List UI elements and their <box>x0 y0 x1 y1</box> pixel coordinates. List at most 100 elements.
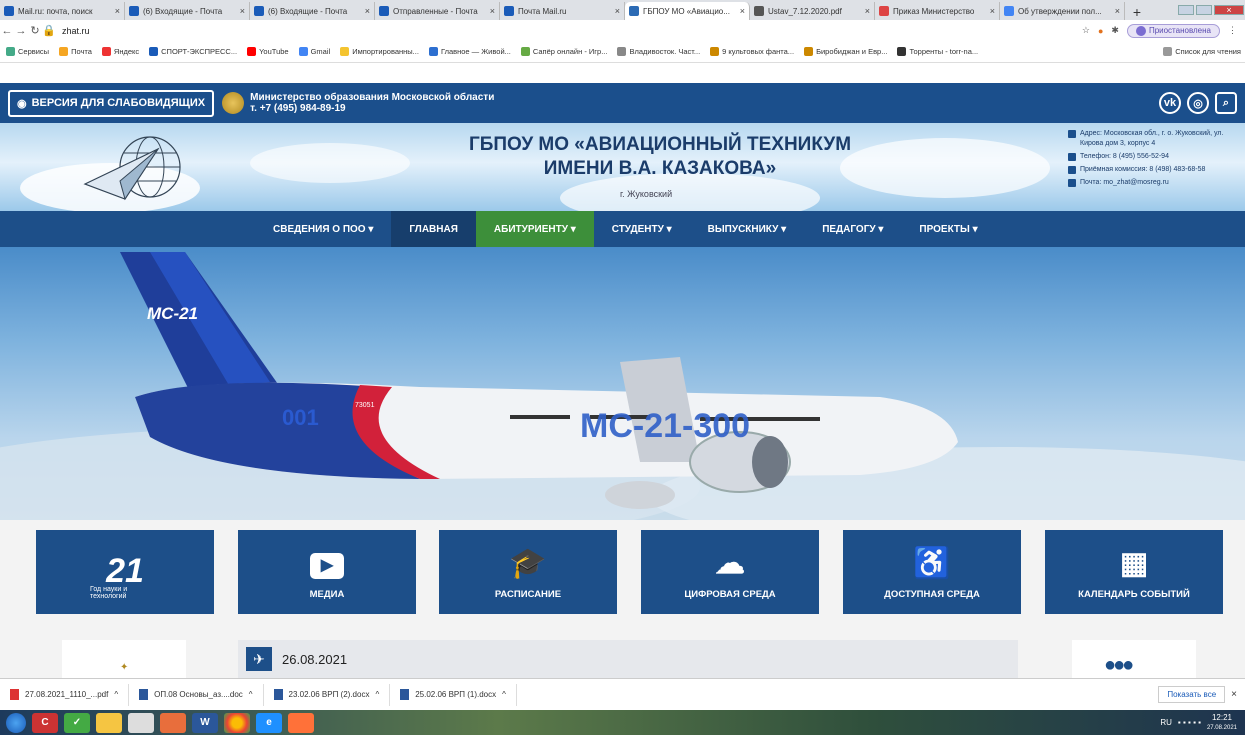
menu-icon[interactable]: ⋮ <box>1228 25 1237 36</box>
bookmark-item[interactable]: 9 культовых фанта... <box>710 47 794 56</box>
reading-list[interactable]: Список для чтения <box>1163 47 1241 56</box>
tile-sublabel: Год науки и технологий <box>90 586 128 600</box>
reload-icon[interactable]: ↻ <box>28 24 42 37</box>
download-item[interactable]: 23.02.06 ВРП (2).docx ^ <box>264 683 391 706</box>
bookmarks-bar: Сервисы Почта Яндекс СПОРТ-ЭКСПРЕСС... Y… <box>0 41 1245 63</box>
bookmark-item[interactable]: Яндекс <box>101 47 139 56</box>
tab-0[interactable]: Mail.ru: почта, поиск × <box>0 2 125 20</box>
close-icon[interactable]: × <box>490 6 495 16</box>
ie-icon[interactable]: e <box>256 712 282 733</box>
bookmark-item[interactable]: Владивосток. Част... <box>617 47 700 56</box>
menu-item-applicant[interactable]: АБИТУРИЕНТУ ▾ <box>475 211 594 247</box>
tab-3[interactable]: Отправленные - Почта × <box>375 2 500 20</box>
college-title: ГБПОУ МО «АВИАЦИОННЫЙ ТЕХНИКУМ ИМЕНИ В.А… <box>420 133 900 181</box>
search-icon[interactable]: ⌕ <box>1215 92 1237 114</box>
extension-icon[interactable]: ● <box>1098 26 1103 36</box>
menu-item-home[interactable]: ГЛАВНАЯ <box>391 211 476 247</box>
start-button[interactable] <box>6 712 26 733</box>
bookmark-item[interactable]: Импортированны... <box>340 47 419 56</box>
bookmark-item[interactable]: Биробиджан и Евр... <box>804 47 887 56</box>
tab-8[interactable]: Об утверждении пол... × <box>1000 2 1125 20</box>
tab-5-active[interactable]: ГБПОУ МО «Авиацио... × <box>625 2 750 20</box>
window-close-button[interactable]: × <box>1214 5 1244 15</box>
tile-schedule[interactable]: 🎓 РАСПИСАНИЕ <box>439 530 617 614</box>
bookmark-item[interactable]: Торренты - torr-na... <box>897 47 978 56</box>
close-icon[interactable]: × <box>615 6 620 16</box>
bookmark-item[interactable]: СПОРТ-ЭКСПРЕСС... <box>149 47 237 56</box>
forward-icon[interactable]: → <box>14 25 28 37</box>
app-icon[interactable] <box>128 712 154 733</box>
word-icon <box>400 689 410 700</box>
ministry-info[interactable]: Министерство образования Московской обла… <box>250 92 494 114</box>
tab-title: Об утверждении пол... <box>1018 6 1102 16</box>
profile-button[interactable]: Приостановлена <box>1126 23 1220 38</box>
tile-label: ДОСТУПНАЯ СРЕДА <box>884 589 980 600</box>
tray-icons[interactable]: ▪ ▪ ▪ ▪ ▪ <box>1178 718 1201 727</box>
close-icon[interactable]: × <box>115 6 120 16</box>
tab-1[interactable]: (6) Входящие - Почта × <box>125 2 250 20</box>
bookmark-item[interactable]: Главное — Живой... <box>428 47 511 56</box>
tile-year-of-science[interactable]: 21 Год науки и технологий <box>36 530 214 614</box>
download-item[interactable]: 25.02.06 ВРП (1).docx ^ <box>390 683 517 706</box>
ministry-phone: т. +7 (495) 984-89-19 <box>250 103 346 114</box>
maximize-button[interactable] <box>1196 5 1212 15</box>
city-label: г. Жуковский <box>620 189 673 199</box>
clock[interactable]: 12:21 27.08.2021 <box>1207 713 1237 733</box>
cloud-icon: ☁ <box>715 547 745 580</box>
minimize-button[interactable] <box>1178 5 1194 15</box>
vk-icon[interactable]: vk <box>1159 92 1181 114</box>
new-tab-button[interactable]: + <box>1125 4 1149 20</box>
close-icon[interactable]: × <box>865 6 870 16</box>
tile-events-calendar[interactable]: ▦ КАЛЕНДАРЬ СОБЫТИЙ <box>1045 530 1223 614</box>
download-item[interactable]: ОП.08 Основы_аз....doc ^ <box>129 683 264 706</box>
tile-accessible-environment[interactable]: ♿ ДОСТУПНАЯ СРЕДА <box>843 530 1021 614</box>
admission-phone-text[interactable]: Приёмная комиссия: 8 (498) 483-68-58 <box>1080 165 1205 175</box>
word-icon[interactable]: W <box>192 712 218 733</box>
bookmark-item[interactable]: YouTube <box>247 47 289 56</box>
tab-2[interactable]: (6) Входящие - Почта × <box>250 2 375 20</box>
low-vision-button[interactable]: ◉ ВЕРСИЯ ДЛЯ СЛАБОВИДЯЩИХ <box>8 89 215 117</box>
close-icon[interactable]: × <box>740 6 745 16</box>
aircraft-reg: 73051 <box>355 402 375 409</box>
bookmark-item[interactable]: Сапёр онлайн - Игр... <box>520 47 607 56</box>
menu-item-about[interactable]: СВЕДЕНИЯ О ПОО ▾ <box>255 211 391 247</box>
menu-item-graduate[interactable]: ВЫПУСКНИКУ ▾ <box>690 211 805 247</box>
bookmark-item[interactable]: Gmail <box>298 47 330 56</box>
tab-title: Приказ Министерство <box>893 6 975 16</box>
bookmark-item[interactable]: Сервисы <box>6 47 49 56</box>
graduation-cap-icon: 🎓 <box>509 547 547 580</box>
app-icon[interactable]: C <box>32 712 58 733</box>
close-icon[interactable]: × <box>990 6 995 16</box>
close-icon[interactable]: × <box>240 6 245 16</box>
menu-item-student[interactable]: СТУДЕНТУ ▾ <box>594 211 690 247</box>
college-logo[interactable] <box>80 129 190 207</box>
email-text[interactable]: Почта: mo_zhat@mosreg.ru <box>1080 178 1169 188</box>
chrome-icon[interactable] <box>224 712 250 733</box>
tile-label: КАЛЕНДАРЬ СОБЫТИЙ <box>1078 589 1190 600</box>
tab-7[interactable]: Приказ Министерство × <box>875 2 1000 20</box>
back-icon[interactable]: ← <box>0 25 14 37</box>
tab-6[interactable]: Ustav_7.12.2020.pdf × <box>750 2 875 20</box>
puzzle-icon[interactable]: ✱ <box>1111 25 1119 36</box>
tile-media[interactable]: ▶ МЕДИА <box>238 530 416 614</box>
menu-item-teacher[interactable]: ПЕДАГОГУ ▾ <box>804 211 901 247</box>
tile-digital-environment[interactable]: ☁ ЦИФРОВАЯ СРЕДА <box>641 530 819 614</box>
phone-text[interactable]: Телефон: 8 (495) 556-52-94 <box>1080 152 1169 162</box>
bookmark-item[interactable]: Почта <box>59 47 92 56</box>
menu-item-projects[interactable]: ПРОЕКТЫ ▾ <box>901 211 995 247</box>
instagram-icon[interactable]: ◎ <box>1187 92 1209 114</box>
language-indicator[interactable]: RU <box>1160 718 1172 727</box>
tab-4[interactable]: Почта Mail.ru × <box>500 2 625 20</box>
firefox-icon[interactable] <box>288 712 314 733</box>
taskbar: C ✓ W e RU ▪ ▪ ▪ ▪ ▪ 12:21 27.08.2021 <box>0 710 1245 735</box>
close-icon[interactable]: × <box>365 6 370 16</box>
close-icon[interactable]: × <box>1231 689 1237 700</box>
folder-icon[interactable] <box>96 712 122 733</box>
star-icon[interactable]: ☆ <box>1082 25 1090 36</box>
close-icon[interactable]: × <box>1115 6 1120 16</box>
app-icon[interactable] <box>160 712 186 733</box>
url-field[interactable]: zhat.ru <box>62 26 90 36</box>
download-item[interactable]: 27.08.2021_1110_...pdf ^ <box>0 683 130 706</box>
show-all-downloads-button[interactable]: Показать все <box>1158 686 1226 703</box>
app-icon[interactable]: ✓ <box>64 712 90 733</box>
